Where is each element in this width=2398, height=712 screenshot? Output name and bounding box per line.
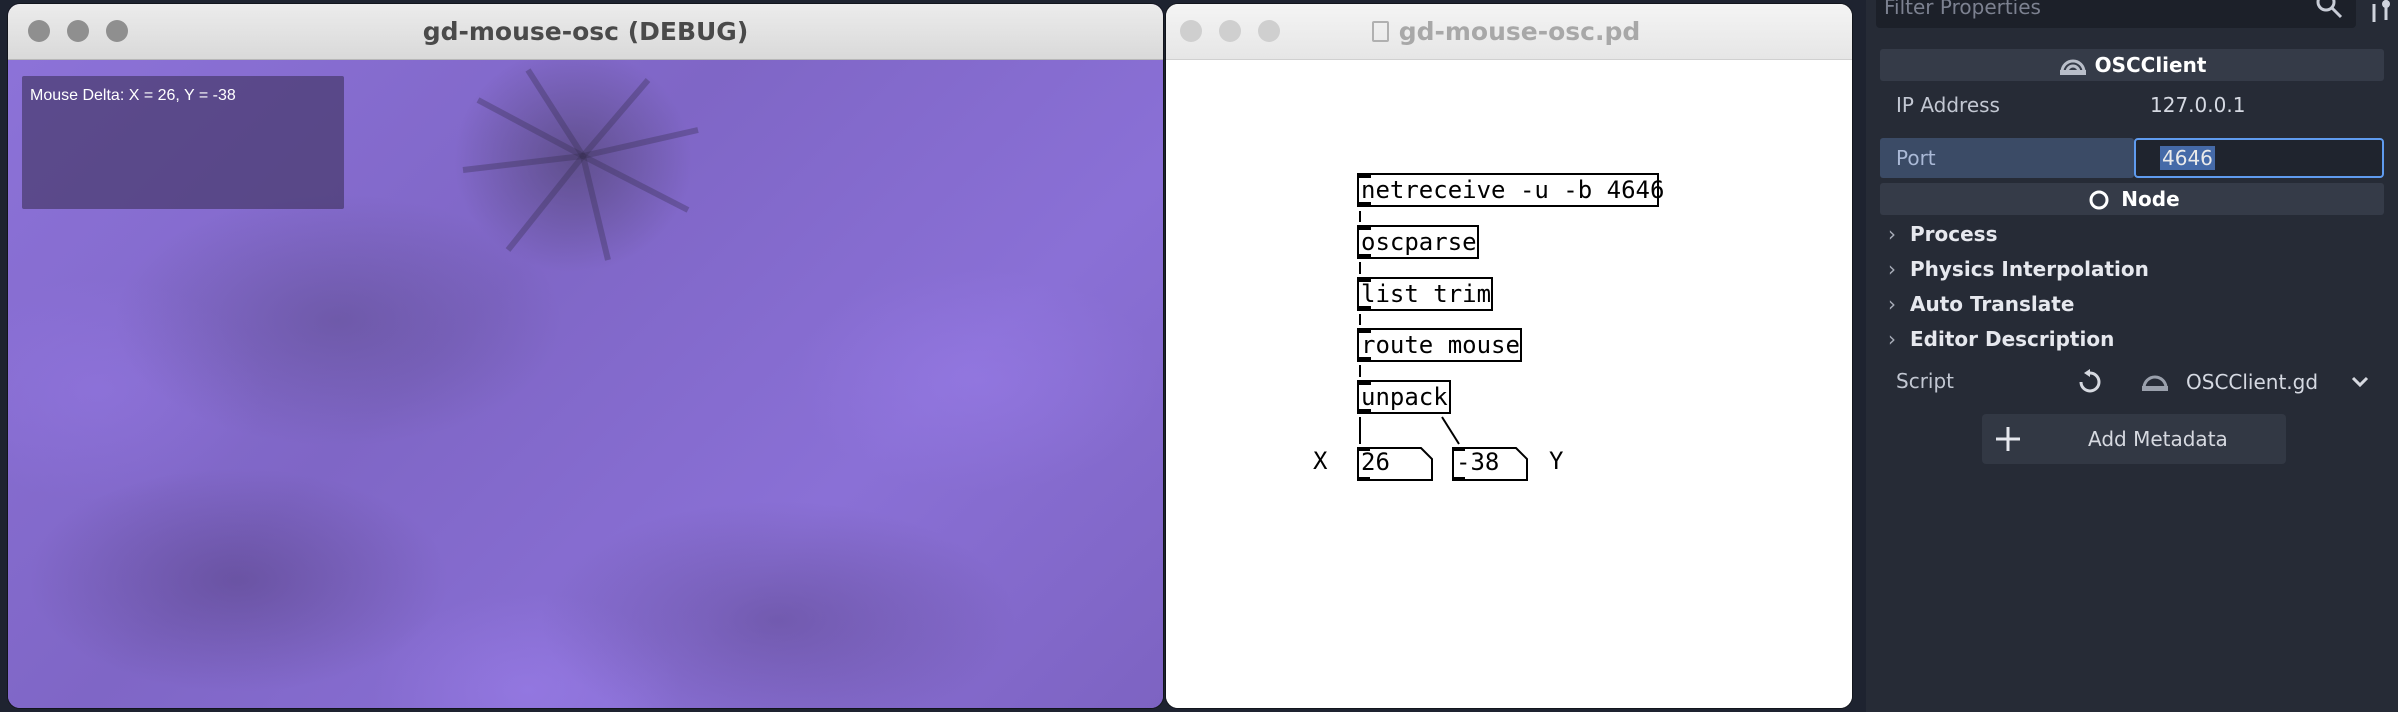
class-section-title: OSCClient: [2094, 53, 2207, 77]
unpack-object[interactable]: unpack: [1357, 380, 1451, 414]
number-box-x[interactable]: 26: [1357, 447, 1433, 481]
reset-icon[interactable]: [2076, 368, 2104, 396]
pd-window-title: gd-mouse-osc.pd: [1326, 17, 1686, 46]
ip-address-label: IP Address: [1896, 93, 2000, 117]
tools-icon[interactable]: [2364, 0, 2398, 32]
netreceive-object[interactable]: netreceive -u -b 4646: [1357, 173, 1664, 207]
patch-cords: [1359, 211, 1460, 445]
node-section-title: Node: [2121, 187, 2180, 211]
number-box-y-value: -38: [1456, 448, 1500, 476]
zoom-window-button[interactable]: [1258, 20, 1280, 42]
number-box-x-value: 26: [1361, 448, 1390, 476]
list-trim-object[interactable]: list trim: [1357, 277, 1493, 311]
ip-address-value[interactable]: 127.0.0.1: [2150, 83, 2245, 127]
document-icon: [1371, 21, 1389, 42]
chevron-right-icon: ›: [1888, 257, 1896, 281]
debug-window-title: gd-mouse-osc (DEBUG): [422, 17, 749, 46]
filter-placeholder: Filter Properties: [1884, 0, 2041, 19]
debug-window: gd-mouse-osc (DEBUG) Mouse Delta: X = 26…: [8, 4, 1163, 708]
oscparse-object[interactable]: oscparse: [1357, 225, 1479, 259]
class-section-header[interactable]: OSCClient: [1880, 49, 2384, 81]
script-file-icon: [2142, 375, 2168, 391]
chevron-right-icon: ›: [1888, 327, 1896, 351]
filter-properties-input[interactable]: Filter Properties: [1876, 0, 2356, 28]
port-label: Port: [1896, 146, 1936, 170]
number-box-y[interactable]: -38: [1452, 447, 1528, 481]
search-icon[interactable]: [2314, 0, 2344, 20]
port-input[interactable]: 4646: [2134, 138, 2384, 178]
plus-icon: [1996, 427, 2020, 451]
chevron-right-icon: ›: [1888, 222, 1896, 246]
category-physics-interpolation[interactable]: › Physics Interpolation: [1888, 252, 2149, 286]
pd-window-title-text: gd-mouse-osc.pd: [1398, 17, 1641, 46]
y-label: Y: [1549, 447, 1564, 475]
mouse-delta-text: Mouse Delta: X = 26, Y = -38: [30, 87, 236, 104]
osc-client-icon: [2059, 59, 2086, 75]
debug-window-titlebar[interactable]: gd-mouse-osc (DEBUG): [8, 4, 1163, 60]
add-metadata-label: Add Metadata: [2088, 427, 2228, 451]
node-circle-icon: [2089, 190, 2109, 210]
chevron-right-icon: ›: [1888, 292, 1896, 316]
pd-window-titlebar[interactable]: gd-mouse-osc.pd: [1166, 4, 1852, 60]
category-editor-description[interactable]: › Editor Description: [1888, 322, 2114, 356]
category-auto-translate-label: Auto Translate: [1910, 292, 2075, 316]
pd-canvas[interactable]: netreceive -u -b 4646 oscparse list trim…: [1166, 60, 1852, 708]
x-label: X: [1313, 447, 1328, 475]
category-process[interactable]: › Process: [1888, 217, 1998, 251]
category-physics-interpolation-label: Physics Interpolation: [1910, 257, 2149, 281]
category-auto-translate[interactable]: › Auto Translate: [1888, 287, 2074, 321]
chevron-down-icon[interactable]: [2350, 374, 2370, 390]
close-window-button[interactable]: [1180, 20, 1202, 42]
minimize-window-button[interactable]: [1219, 20, 1241, 42]
game-viewport[interactable]: Mouse Delta: X = 26, Y = -38: [8, 60, 1163, 708]
category-editor-description-label: Editor Description: [1910, 327, 2115, 351]
category-process-label: Process: [1910, 222, 1998, 246]
pd-patch-window: gd-mouse-osc.pd netreceive -u -b 4646 os…: [1166, 4, 1852, 708]
node-section-header[interactable]: Node: [1880, 183, 2384, 215]
script-row: Script OSCClient.gd: [1880, 362, 2384, 402]
route-mouse-object[interactable]: route mouse: [1357, 328, 1522, 362]
port-input-value: 4646: [2160, 146, 2215, 170]
port-row: Port 4646: [1880, 136, 2384, 180]
script-value[interactable]: OSCClient.gd: [2186, 362, 2318, 402]
add-metadata-button[interactable]: Add Metadata: [1982, 414, 2286, 464]
ip-address-row: IP Address 127.0.0.1: [1880, 83, 2384, 127]
inspector-panel: Filter Properties OSCClient IP Address 1…: [1866, 0, 2398, 712]
mouse-delta-overlay: Mouse Delta: X = 26, Y = -38: [22, 76, 344, 209]
script-label: Script: [1896, 369, 1955, 393]
